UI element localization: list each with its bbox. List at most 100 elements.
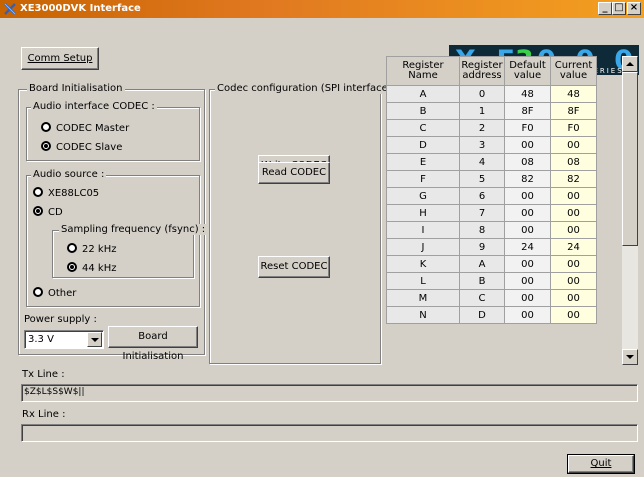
table-row[interactable]: L B 00 00 bbox=[386, 272, 597, 290]
current-value-cell[interactable]: 8F bbox=[550, 102, 597, 120]
current-value-cell[interactable]: 00 bbox=[550, 306, 597, 324]
codec-master-label: CODEC Master bbox=[56, 123, 130, 134]
audio-source-label: Audio source : bbox=[31, 169, 107, 180]
quit-button[interactable]: Quit bbox=[567, 454, 635, 474]
register-name-cell: N bbox=[386, 306, 460, 324]
current-value-cell[interactable]: 00 bbox=[550, 204, 597, 222]
table-row[interactable]: A 0 48 48 bbox=[386, 85, 597, 103]
default-value-cell: 00 bbox=[504, 204, 551, 222]
default-value-cell: 00 bbox=[504, 221, 551, 239]
current-value-cell[interactable]: 00 bbox=[550, 272, 597, 290]
register-address-cell: 0 bbox=[459, 85, 505, 103]
current-value-cell[interactable]: F0 bbox=[550, 119, 597, 137]
current-value-cell[interactable]: 00 bbox=[550, 187, 597, 205]
other-radio[interactable]: Other bbox=[33, 287, 76, 299]
table-row[interactable]: J 9 24 24 bbox=[386, 238, 597, 256]
table-row[interactable]: K A 00 00 bbox=[386, 255, 597, 273]
current-value-cell[interactable]: 00 bbox=[550, 136, 597, 154]
register-name-cell: E bbox=[386, 153, 460, 171]
tx-line-value: $Z$L$S$W$|| bbox=[24, 387, 85, 397]
default-value-cell: 48 bbox=[504, 85, 551, 103]
register-name-cell: L bbox=[386, 272, 460, 290]
power-supply-select[interactable]: 3.3 V bbox=[24, 330, 104, 349]
register-address-cell: 4 bbox=[459, 153, 505, 171]
default-value-cell: 00 bbox=[504, 187, 551, 205]
register-name-cell: C bbox=[386, 119, 460, 137]
maximize-button[interactable]: □ bbox=[612, 2, 626, 15]
register-name-cell: B bbox=[386, 102, 460, 120]
scroll-thumb[interactable] bbox=[622, 72, 638, 246]
current-value-cell[interactable]: 24 bbox=[550, 238, 597, 256]
minimize-button[interactable]: _ bbox=[598, 2, 612, 15]
read-codec-button[interactable]: Read CODEC bbox=[258, 162, 330, 184]
register-name-cell: D bbox=[386, 136, 460, 154]
default-value-cell: F0 bbox=[504, 119, 551, 137]
default-value-cell: 00 bbox=[504, 306, 551, 324]
register-address-cell: C bbox=[459, 289, 505, 307]
table-scrollbar[interactable] bbox=[622, 56, 638, 365]
close-button[interactable]: × bbox=[627, 2, 641, 15]
default-value-cell: 8F bbox=[504, 102, 551, 120]
sampling-frequency-label: Sampling frequency (fsync) : bbox=[59, 224, 208, 235]
codec-slave-radio-dot bbox=[41, 141, 51, 151]
other-radio-dot bbox=[33, 287, 43, 297]
other-label: Other bbox=[48, 288, 77, 299]
board-initialisation-label: Board Initialisation bbox=[27, 83, 125, 94]
register-name-cell: K bbox=[386, 255, 460, 273]
codec-master-radio[interactable]: CODEC Master bbox=[41, 122, 129, 134]
table-row[interactable]: C 2 F0 F0 bbox=[386, 119, 597, 137]
44khz-label: 44 kHz bbox=[82, 263, 117, 274]
xe88lc05-radio[interactable]: XE88LC05 bbox=[33, 187, 99, 199]
table-row[interactable]: H 7 00 00 bbox=[386, 204, 597, 222]
comm-setup-button[interactable]: Comm Setup bbox=[21, 47, 99, 70]
22khz-label: 22 kHz bbox=[82, 244, 117, 255]
title-bar[interactable]: XE3000DVK Interface _ □ × bbox=[0, 0, 644, 18]
table-row[interactable]: F 5 82 82 bbox=[386, 170, 597, 188]
register-table[interactable]: Register Name Register address Default v… bbox=[386, 56, 622, 324]
register-name-cell: G bbox=[386, 187, 460, 205]
default-value-cell: 08 bbox=[504, 153, 551, 171]
44khz-radio[interactable]: 44 kHz bbox=[67, 262, 116, 274]
rx-line-field[interactable] bbox=[21, 424, 638, 442]
register-name-cell: M bbox=[386, 289, 460, 307]
current-value-cell[interactable]: 08 bbox=[550, 153, 597, 171]
table-row[interactable]: B 1 8F 8F bbox=[386, 102, 597, 120]
codec-slave-radio[interactable]: CODEC Slave bbox=[41, 141, 122, 153]
default-value-cell: 24 bbox=[504, 238, 551, 256]
default-value-cell: 00 bbox=[504, 136, 551, 154]
header-register-address: Register address bbox=[459, 56, 505, 86]
table-row[interactable]: G 6 00 00 bbox=[386, 187, 597, 205]
codec-configuration-group bbox=[209, 89, 381, 364]
current-value-cell[interactable]: 00 bbox=[550, 289, 597, 307]
power-supply-label: Power supply : bbox=[24, 314, 97, 325]
register-address-cell: 5 bbox=[459, 170, 505, 188]
window-title: XE3000DVK Interface bbox=[20, 3, 141, 14]
table-row[interactable]: E 4 08 08 bbox=[386, 153, 597, 171]
tx-line-field[interactable]: $Z$L$S$W$|| bbox=[21, 384, 638, 402]
cd-radio-dot bbox=[33, 206, 43, 216]
register-address-cell: 2 bbox=[459, 119, 505, 137]
codec-slave-label: CODEC Slave bbox=[56, 142, 123, 153]
register-address-cell: 8 bbox=[459, 221, 505, 239]
current-value-cell[interactable]: 00 bbox=[550, 255, 597, 273]
table-row[interactable]: N D 00 00 bbox=[386, 306, 597, 324]
chevron-down-icon[interactable] bbox=[87, 332, 102, 347]
header-current-value: Current value bbox=[550, 56, 597, 86]
22khz-radio[interactable]: 22 kHz bbox=[67, 243, 116, 255]
header-default-value: Default value bbox=[504, 56, 551, 86]
current-value-cell[interactable]: 48 bbox=[550, 85, 597, 103]
table-row[interactable]: D 3 00 00 bbox=[386, 136, 597, 154]
current-value-cell[interactable]: 82 bbox=[550, 170, 597, 188]
register-address-cell: 1 bbox=[459, 102, 505, 120]
table-row[interactable]: M C 00 00 bbox=[386, 289, 597, 307]
board-initialisation-button[interactable]: Board Initialisation bbox=[108, 326, 198, 362]
table-row[interactable]: I 8 00 00 bbox=[386, 221, 597, 239]
cd-radio[interactable]: CD bbox=[33, 206, 63, 218]
table-header-row: Register Name Register address Default v… bbox=[386, 56, 597, 86]
scroll-down-icon[interactable] bbox=[622, 349, 638, 365]
scroll-up-icon[interactable] bbox=[622, 56, 638, 72]
register-address-cell: 9 bbox=[459, 238, 505, 256]
reset-codec-button[interactable]: Reset CODEC bbox=[258, 256, 330, 278]
current-value-cell[interactable]: 00 bbox=[550, 221, 597, 239]
register-address-cell: 7 bbox=[459, 204, 505, 222]
